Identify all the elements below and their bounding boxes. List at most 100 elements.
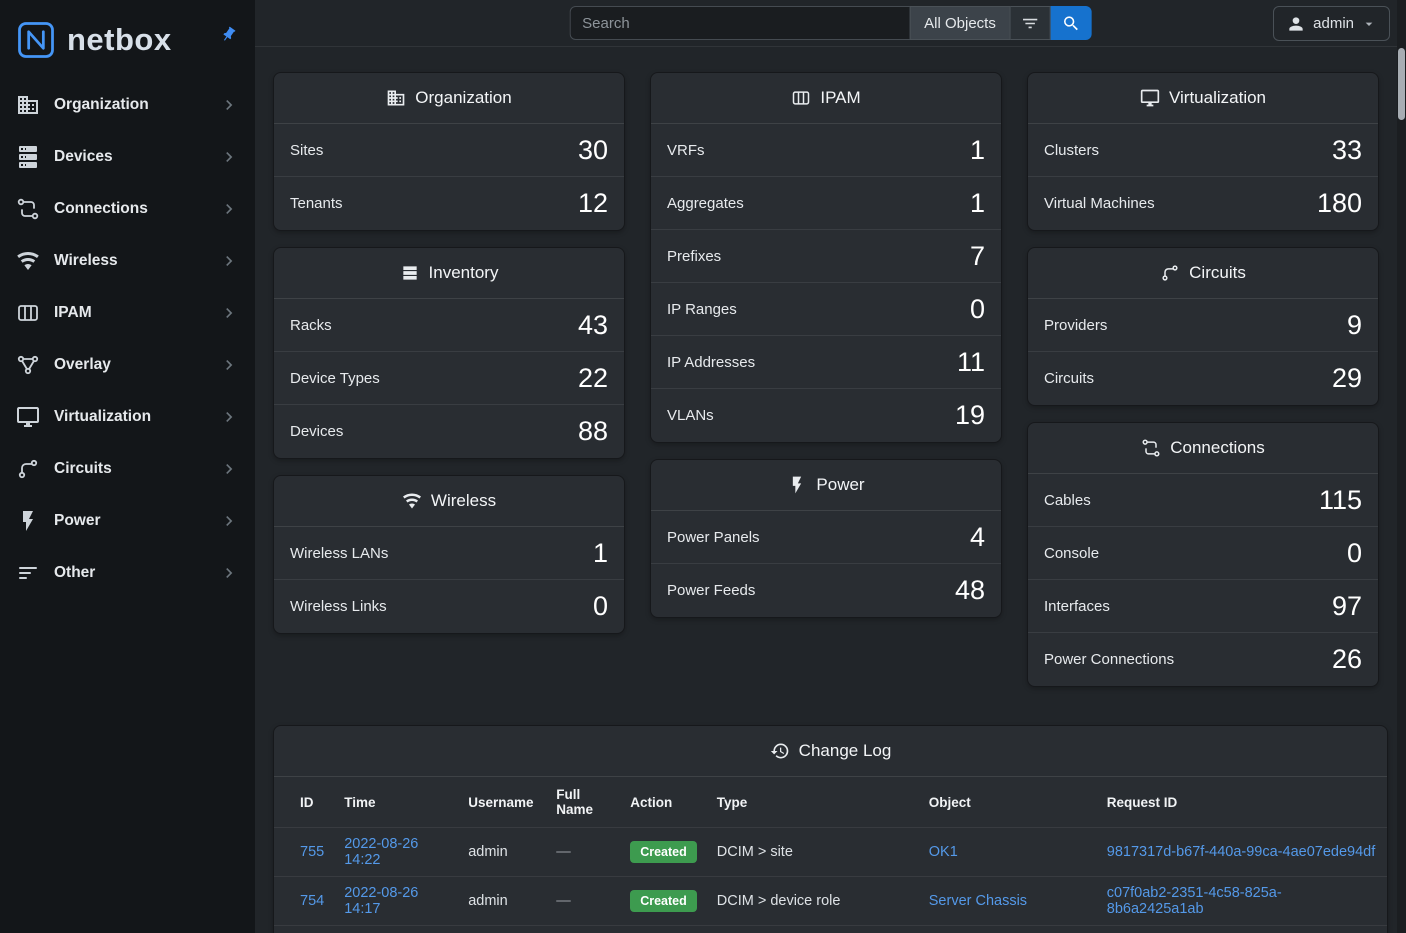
sidebar-item-label: Circuits [54,460,205,478]
stat-circuits-link[interactable]: Circuits [1044,370,1094,387]
stat-aggregates-link[interactable]: Aggregates [667,195,744,212]
stat-power-connections-link[interactable]: Power Connections [1044,651,1174,668]
stat-row: Prefixes 7 [651,230,1001,283]
changelog-request-id-link[interactable]: 9817317d-b67f-440a-99ca-4ae07ede94df [1107,844,1375,860]
stat-power-panels-link[interactable]: Power Panels [667,529,760,546]
sidebar-item-circuits[interactable]: Circuits [0,443,255,495]
stat-row: Device Types 22 [274,352,624,405]
sidebar-item-other[interactable]: Other [0,547,255,599]
pin-sidebar-icon[interactable] [217,23,241,47]
changelog-object-link[interactable]: Server Chassis [929,893,1027,909]
chevron-right-icon [219,95,239,115]
column-header-request-id: Request ID [1097,777,1387,828]
stat-power-connections-count[interactable]: 26 [1332,646,1362,673]
stat-wireless-links-link[interactable]: Wireless Links [290,598,387,615]
sidebar-item-overlay[interactable]: Overlay [0,339,255,391]
connections-card: Connections Cables 115 Console 0 Interfa… [1027,422,1379,687]
column-header-id: ID [274,777,334,828]
stat-prefixes-count[interactable]: 7 [970,243,985,270]
stat-providers-count[interactable]: 9 [1347,312,1362,339]
stat-interfaces-link[interactable]: Interfaces [1044,598,1110,615]
lightning-icon [16,509,40,533]
sidebar-item-power[interactable]: Power [0,495,255,547]
search-button[interactable] [1051,6,1092,40]
sidebar-item-ipam[interactable]: IPAM [0,287,255,339]
stat-wireless-lans-count[interactable]: 1 [593,540,608,567]
card-title: Wireless [431,491,496,511]
sidebar-item-connections[interactable]: Connections [0,183,255,235]
stat-aggregates-count[interactable]: 1 [970,190,985,217]
scrollbar-thumb[interactable] [1398,48,1405,120]
stat-device-types-link[interactable]: Device Types [290,370,380,387]
stat-console-count[interactable]: 0 [1347,540,1362,567]
stat-vlans-count[interactable]: 19 [955,402,985,429]
filter-button[interactable] [1011,6,1051,40]
sidebar-item-virtualization[interactable]: Virtualization [0,391,255,443]
changelog-time-link[interactable]: 2022-08-26 14:22 [344,836,418,868]
changelog-time-link[interactable]: 2022-08-26 14:17 [344,885,418,917]
caret-down-icon [1361,16,1377,32]
stat-vrfs-count[interactable]: 1 [970,137,985,164]
stat-virtual-machines-link[interactable]: Virtual Machines [1044,195,1155,212]
stat-sites-count[interactable]: 30 [578,137,608,164]
ip-table-icon [791,88,811,108]
stat-clusters-count[interactable]: 33 [1332,137,1362,164]
stat-ip-ranges-link[interactable]: IP Ranges [667,301,737,318]
stat-devices-link[interactable]: Devices [290,423,343,440]
ip-table-icon [16,301,40,325]
netbox-logo[interactable]: netbox [14,18,172,62]
chevron-right-icon [219,563,239,583]
sidebar-item-organization[interactable]: Organization [0,79,255,131]
changelog-fullname: — [556,893,571,909]
stat-interfaces-count[interactable]: 97 [1332,593,1362,620]
stat-racks-count[interactable]: 43 [578,312,608,339]
stat-racks-link[interactable]: Racks [290,317,332,334]
stat-device-types-count[interactable]: 22 [578,365,608,392]
stat-ip-addresses-link[interactable]: IP Addresses [667,354,755,371]
stat-ip-addresses-count[interactable]: 11 [957,349,985,376]
object-type-selector-button[interactable]: All Objects [909,6,1011,40]
stat-devices-count[interactable]: 88 [578,418,608,445]
stat-tenants-count[interactable]: 12 [578,190,608,217]
changelog-fullname: — [556,844,571,860]
stat-virtual-machines-count[interactable]: 180 [1317,190,1362,217]
username-label: admin [1313,15,1354,32]
page-scrollbar[interactable] [1397,0,1406,933]
organization-card-header: Organization [274,73,624,124]
stat-clusters-link[interactable]: Clusters [1044,142,1099,159]
stat-tenants-link[interactable]: Tenants [290,195,343,212]
changelog-row: 754 2022-08-26 14:17 admin — Created DCI… [274,877,1387,926]
monitor-icon [16,405,40,429]
changelog-id-link[interactable]: 754 [300,893,324,909]
sidebar-item-devices[interactable]: Devices [0,131,255,183]
changelog-request-id-link[interactable]: c07f0ab2-2351-4c58-825a-8b6a2425a1ab [1107,885,1282,917]
stat-cables-link[interactable]: Cables [1044,492,1091,509]
stat-vrfs-link[interactable]: VRFs [667,142,705,159]
changelog-row: 755 2022-08-26 14:22 admin — Created DCI… [274,828,1387,877]
stat-sites-link[interactable]: Sites [290,142,323,159]
sidebar-item-label: Other [54,564,205,582]
stat-circuits-count[interactable]: 29 [1332,365,1362,392]
user-menu-button[interactable]: admin [1273,6,1390,41]
stat-power-panels-count[interactable]: 4 [970,524,985,551]
changelog-id-link[interactable]: 755 [300,844,324,860]
stat-ip-ranges-count[interactable]: 0 [970,296,985,323]
stat-power-feeds-link[interactable]: Power Feeds [667,582,755,599]
monitor-icon [1140,88,1160,108]
dashboard-column-1: Organization Sites 30 Tenants 12 [273,72,625,687]
search-input[interactable] [569,6,909,40]
sidebar-item-label: Devices [54,148,205,166]
stat-wireless-links-count[interactable]: 0 [593,593,608,620]
cable-icon [16,197,40,221]
stat-power-feeds-count[interactable]: 48 [955,577,985,604]
stat-prefixes-link[interactable]: Prefixes [667,248,721,265]
sidebar-item-label: Wireless [54,252,205,270]
stat-cables-count[interactable]: 115 [1319,487,1362,514]
changelog-object-link[interactable]: OK1 [929,844,958,860]
stat-providers-link[interactable]: Providers [1044,317,1107,334]
dashboard-columns: Organization Sites 30 Tenants 12 [273,72,1388,687]
stat-console-link[interactable]: Console [1044,545,1099,562]
stat-vlans-link[interactable]: VLANs [667,407,714,424]
sidebar-item-wireless[interactable]: Wireless [0,235,255,287]
stat-wireless-lans-link[interactable]: Wireless LANs [290,545,388,562]
